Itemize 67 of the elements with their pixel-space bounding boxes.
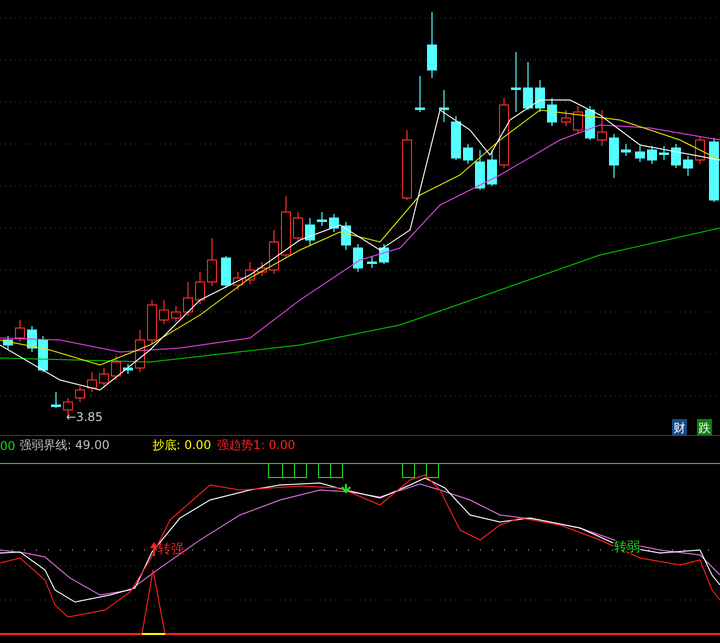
candlestick xyxy=(547,98,557,126)
candlestick xyxy=(561,110,571,126)
candlestick xyxy=(659,146,669,160)
candlestick xyxy=(402,130,412,200)
candlestick xyxy=(683,156,693,176)
candlestick xyxy=(415,76,425,112)
candlestick xyxy=(245,262,255,284)
indicator-value: 抄底: 0.00 xyxy=(152,437,212,454)
candlestick xyxy=(341,222,351,250)
candlestick xyxy=(463,144,473,164)
price-low-label: ←3.85 xyxy=(66,410,103,424)
candlestick xyxy=(221,256,231,288)
candlestick xyxy=(439,90,449,122)
candlestick xyxy=(367,256,377,268)
badge[interactable]: 跌 xyxy=(697,419,712,435)
candlestick xyxy=(51,392,61,408)
candlestick xyxy=(511,52,521,112)
candlestick xyxy=(671,144,681,168)
candlestick xyxy=(195,272,205,304)
candlestick xyxy=(695,136,705,164)
candlestick xyxy=(535,80,545,112)
signal-label: 转强 xyxy=(158,542,184,557)
candlestick xyxy=(257,262,267,276)
candlestick xyxy=(123,364,133,374)
candlestick xyxy=(281,196,291,258)
candlestick xyxy=(317,212,327,226)
candlestick xyxy=(87,372,97,392)
candlestick xyxy=(353,244,363,272)
candlestick xyxy=(379,244,389,264)
candlestick xyxy=(159,300,169,324)
candlestick xyxy=(305,218,315,246)
candlestick xyxy=(183,282,193,316)
candlestick xyxy=(709,138,719,202)
candlestick xyxy=(597,110,607,146)
candlestick xyxy=(487,150,497,186)
candlestick xyxy=(15,320,25,342)
candlestick xyxy=(427,12,437,78)
candlestick xyxy=(38,336,48,372)
candlestick xyxy=(99,368,109,386)
candlestick xyxy=(27,326,37,352)
indicator-value: 强弱界线: 49.00 xyxy=(19,437,110,454)
candlestick xyxy=(523,62,533,110)
candlestick xyxy=(499,98,509,168)
candlestick xyxy=(293,212,303,242)
candlestick xyxy=(3,336,13,350)
indicator-value: 强趋势1: 0.00 xyxy=(217,437,296,454)
candlestick xyxy=(647,146,657,164)
candlestick xyxy=(585,106,595,140)
candlestick xyxy=(135,330,145,372)
candlestick xyxy=(451,116,461,160)
candlestick xyxy=(111,356,121,380)
candlestick xyxy=(329,214,339,232)
candlestick xyxy=(269,230,279,274)
candlestick xyxy=(635,146,645,162)
candlestick xyxy=(207,238,217,286)
candlestick xyxy=(147,300,157,344)
up-arrow-icon xyxy=(150,542,158,556)
down-arrow-icon xyxy=(341,483,351,494)
candlestick xyxy=(621,144,631,156)
badge[interactable]: 财 xyxy=(672,419,687,435)
candlestick xyxy=(573,106,583,134)
candlestick xyxy=(171,306,181,322)
candlestick xyxy=(609,134,619,178)
candlestick xyxy=(233,272,243,290)
indicator-value: 00 xyxy=(0,438,16,452)
candlestick xyxy=(475,150,485,190)
candlestick xyxy=(75,386,85,402)
